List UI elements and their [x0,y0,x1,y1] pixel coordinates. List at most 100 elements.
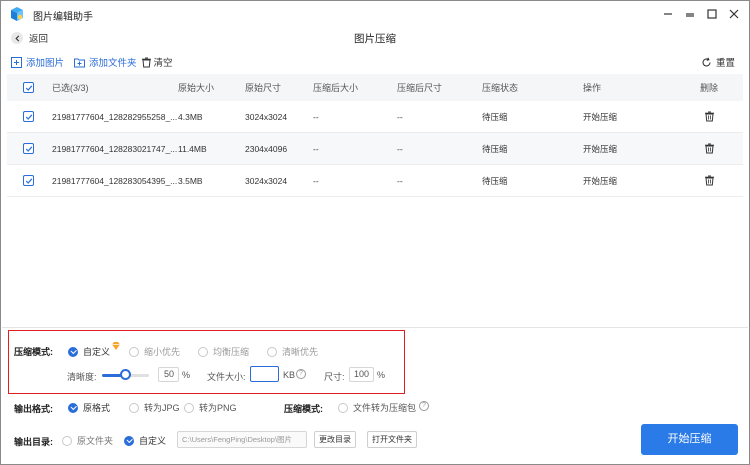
header-orig-size: 原始大小 [178,83,215,93]
check-icon [25,113,32,120]
format-option-original[interactable]: 原格式 [68,401,110,414]
maximize-button[interactable] [703,5,721,23]
radio-icon [129,402,139,413]
table-header: 已选(3/3) 原始大小 原始尺寸 压缩后大小 压缩后尺寸 压缩状态 操作 删除 [7,74,743,101]
close-button[interactable] [725,5,743,23]
delete-row-button[interactable] [704,111,715,124]
orig-size: 3.5MB [178,175,203,186]
trash-icon [705,143,714,154]
reset-label: 重置 [715,58,735,69]
add-folder-button[interactable]: 添加文件夹 [74,55,137,69]
clarity-unit: % [182,370,191,380]
comp-dim: -- [397,143,403,154]
orig-dim: 3024x3024 [245,111,288,122]
title-bar: 图片编辑助手 [1,1,749,27]
format-option-png[interactable]: 转为PNG [184,401,237,414]
dir-option-original[interactable]: 原文件夹 [62,434,113,447]
to-zip-label: 文件转为压缩包 [353,403,417,413]
orig-size: 4.3MB [178,111,203,122]
radio-icon [338,402,348,413]
orig-dim: 3024x3024 [245,175,288,186]
comp-size: -- [313,175,319,186]
check-icon [25,84,32,91]
add-image-button[interactable]: 添加图片 [11,55,64,69]
orig-size: 11.4MB [178,143,207,154]
to-zip-option[interactable]: 文件转为压缩包 [338,401,416,414]
start-compress-link[interactable]: 开始压缩 [583,175,617,187]
add-folder-label: 添加文件夹 [89,58,137,69]
mode-option-label: 均衡压缩 [213,347,250,357]
radio-icon [129,346,139,357]
clear-label: 清空 [153,58,173,69]
restore-button[interactable] [681,5,699,23]
clarity-slider-handle[interactable] [120,369,131,380]
delete-row-button[interactable] [704,175,715,188]
divider [2,327,748,328]
radio-icon [198,346,208,357]
header-selected: 已选(3/3) [52,83,89,93]
mode-option-smaller[interactable]: 缩小优先 [129,345,180,358]
row-checkbox[interactable] [23,111,34,122]
format-option-label: 原格式 [83,403,111,413]
row-checkbox[interactable] [23,143,34,154]
table-row: 21981777604_128282955258_... 4.3MB 3024x… [7,101,743,133]
status: 待压缩 [482,175,508,186]
file-table: 已选(3/3) 原始大小 原始尺寸 压缩后大小 压缩后尺寸 压缩状态 操作 删除… [7,74,743,197]
output-format-label: 输出格式: [14,404,53,414]
table-row: 21981777604_128283021747_... 11.4MB 2304… [7,133,743,165]
mode-option-custom[interactable]: 自定义 [68,345,110,358]
app-logo-icon [11,7,23,21]
vip-diamond-icon [112,342,120,350]
radio-icon [267,346,277,357]
row-checkbox[interactable] [23,175,34,186]
orig-dim: 2304x4096 [245,143,288,154]
filesize-unit: KB [283,370,296,380]
select-all-checkbox[interactable] [23,82,34,93]
mode-option-clarity[interactable]: 清晰优先 [267,345,318,358]
comp-dim: -- [397,175,403,186]
format-option-jpg[interactable]: 转为JPG [129,401,180,414]
dimension-input[interactable]: 100 [349,367,374,382]
toolbar: 添加图片 添加文件夹 清空 [11,55,183,69]
output-path-field[interactable]: C:\Users\FengPing\Desktop\图片 [177,431,307,448]
open-folder-button[interactable]: 打开文件夹 [367,431,417,448]
start-compress-link[interactable]: 开始压缩 [583,111,617,123]
header-comp-dim: 压缩后尺寸 [397,83,443,93]
reset-button[interactable]: 重置 [701,55,735,69]
filesize-input[interactable] [250,366,279,382]
mode-option-label: 缩小优先 [144,347,181,357]
restore-icon [686,13,694,17]
change-dir-button[interactable]: 更改目录 [314,431,356,448]
radio-icon [62,435,72,446]
radio-checked-icon [68,346,78,357]
delete-row-button[interactable] [704,143,715,156]
close-icon [729,9,739,19]
format-option-label: 转为JPG [144,403,180,413]
dir-option-label: 原文件夹 [77,436,114,446]
filesize-label: 文件大小: [207,372,246,382]
trash-icon [141,57,151,67]
file-name: 21981777604_128282955258_... [52,111,178,122]
clarity-input[interactable]: 50 [158,367,179,382]
mode-option-balanced[interactable]: 均衡压缩 [198,345,249,358]
minimize-button[interactable] [659,5,677,23]
file-name: 21981777604_128283021747_... [52,143,178,154]
help-icon[interactable]: ? [419,401,429,411]
status: 待压缩 [482,111,508,122]
add-image-icon [11,56,22,68]
page-title: 图片压缩 [354,33,396,45]
status: 待压缩 [482,143,508,154]
dimension-label: 尺寸: [324,372,345,382]
comp-dim: -- [397,111,403,122]
radio-checked-icon [124,435,134,446]
start-compress-link[interactable]: 开始压缩 [583,143,617,155]
app-window: 图片编辑助手 返回 图片压缩 添加图片 添加文件夹 清空 重置 已选(3/3) … [0,0,750,465]
radio-icon [184,402,194,413]
start-compress-button[interactable]: 开始压缩 [641,424,738,455]
header-delete: 删除 [700,83,719,93]
help-icon[interactable]: ? [296,369,306,379]
header-action: 操作 [583,83,602,93]
clear-button[interactable]: 清空 [141,55,173,69]
dir-option-custom[interactable]: 自定义 [124,434,166,447]
comp-size: -- [313,111,319,122]
